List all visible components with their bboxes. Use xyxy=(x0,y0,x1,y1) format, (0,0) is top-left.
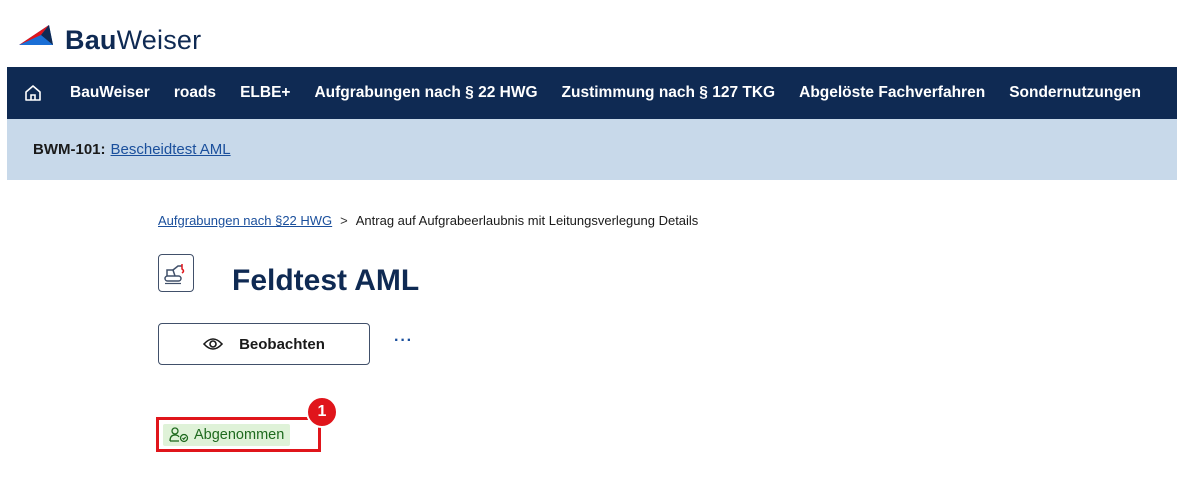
title-icon-box xyxy=(158,254,194,292)
nav-item-zustimmung[interactable]: Zustimmung nach § 127 TKG xyxy=(562,84,776,102)
nav-home[interactable] xyxy=(22,82,44,104)
breadcrumb: Aufgrabungen nach §22 HWG > Antrag auf Auf… xyxy=(158,213,698,228)
bauweiser-logo-icon[interactable] xyxy=(19,21,57,51)
nav-item-fachverfahren[interactable]: Abgelöste Fachverfahren xyxy=(799,84,985,102)
person-approved-icon xyxy=(169,427,189,443)
excavator-icon xyxy=(164,264,185,285)
brand-name[interactable]: BauWeiser xyxy=(65,24,201,56)
nav-item-aufgrabungen[interactable]: Aufgrabungen nach § 22 HWG xyxy=(314,84,537,102)
brand-name-bold: Bau xyxy=(65,25,117,55)
context-bar: BWM-101: Bescheidtest AML xyxy=(7,119,1177,180)
eye-icon xyxy=(203,337,224,351)
status-badge[interactable]: Abgenommen xyxy=(163,424,291,446)
breadcrumb-separator: > xyxy=(340,213,348,228)
nav-item-bauweiser[interactable]: BauWeiser xyxy=(70,84,150,102)
annotation-marker: 1 xyxy=(306,396,338,428)
home-icon xyxy=(25,85,41,101)
logo-header: BauWeiser xyxy=(7,7,1177,67)
context-link[interactable]: Bescheidtest AML xyxy=(111,141,231,158)
breadcrumb-parent-link[interactable]: Aufgrabungen nach §22 HWG xyxy=(158,213,332,228)
nav-item-sondernutzungen[interactable]: Sondernutzungen xyxy=(1009,84,1141,102)
watch-button[interactable]: Beobachten xyxy=(158,323,370,365)
page-title: Feldtest AML xyxy=(232,264,420,297)
status-label: Abgenommen xyxy=(194,427,285,443)
watch-button-label: Beobachten xyxy=(239,335,325,353)
more-actions-button[interactable]: ··· xyxy=(394,332,413,350)
nav-item-elbe[interactable]: ELBE+ xyxy=(240,84,290,102)
nav-item-roads[interactable]: roads xyxy=(174,84,216,102)
brand-name-light: Weiser xyxy=(116,25,202,55)
breadcrumb-current: Antrag auf Aufgrabeerlaubnis mit Leitung… xyxy=(355,213,699,228)
context-id: BWM-101: xyxy=(33,141,106,158)
app-window: BauWeiser BauWeiser roads ELBE+ Aufgrabu… xyxy=(7,7,1177,488)
main-navigation: BauWeiser roads ELBE+ Aufgrabungen nach … xyxy=(7,67,1177,119)
